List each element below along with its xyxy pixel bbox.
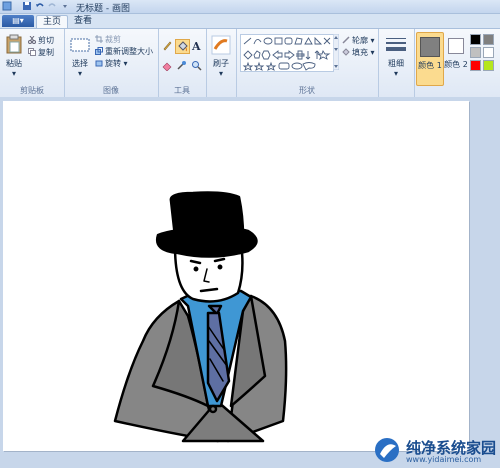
tab-view[interactable]: 查看: [68, 15, 98, 28]
shapes-scrollbar[interactable]: [333, 34, 339, 70]
size-group: 粗细 ▾: [378, 29, 415, 97]
select-label: 选择: [72, 59, 88, 68]
copy-button[interactable]: 复制: [28, 47, 54, 58]
clipboard-group-label: 剪贴板: [20, 86, 44, 95]
pencil-icon[interactable]: [162, 40, 173, 51]
watermark-url: www.yidaimei.com: [406, 455, 482, 464]
size-label: 粗细: [388, 59, 404, 68]
fill-button[interactable]: 填充 ▾: [342, 47, 375, 58]
svg-text:A: A: [191, 40, 201, 51]
fill-dropdown-icon: ▾: [368, 48, 375, 57]
rotate-dropdown-icon: ▾: [121, 59, 128, 68]
window-title: 无标题 - 画图: [76, 4, 130, 14]
outline-dropdown-icon: ▾: [368, 36, 375, 45]
resize-button[interactable]: 重新调整大小: [95, 46, 153, 57]
palette-swatch[interactable]: [470, 47, 481, 58]
menu-icon: ▤▾: [12, 16, 24, 25]
fill-icon: [342, 48, 350, 56]
paste-label: 粘贴: [6, 59, 22, 68]
paste-button[interactable]: 粘贴 ▾: [3, 32, 25, 82]
drawing-canvas[interactable]: [3, 101, 469, 451]
rotate-button[interactable]: 旋转 ▾: [95, 58, 128, 69]
copy-label: 复制: [38, 48, 54, 57]
tools-group: A 工具: [158, 29, 207, 97]
outline-icon: [342, 36, 350, 44]
ribbon: 粘贴 ▾ 剪切 复制 剪贴板 选择 ▾ 裁剪 重新调整大小 旋转 ▾ 图像 A …: [0, 28, 500, 98]
paint-bucket-icon[interactable]: [175, 39, 190, 54]
palette-swatch[interactable]: [470, 60, 481, 71]
color-picker-icon[interactable]: [176, 60, 187, 71]
paint-app-icon[interactable]: [2, 1, 12, 11]
brushes-button[interactable]: 刷子 ▾: [208, 32, 234, 82]
color2-label: 颜色 2: [444, 60, 468, 69]
color2-swatch: [448, 38, 464, 54]
palette-swatch[interactable]: [483, 60, 494, 71]
cut-label: 剪切: [38, 36, 54, 45]
ribbon-tab-row: ▤▾ 主页 查看: [0, 14, 500, 29]
paste-dropdown-icon: ▾: [11, 69, 16, 78]
site-logo-icon: [375, 438, 399, 462]
shapes-group-label: 形状: [299, 86, 315, 95]
palette-swatch[interactable]: [483, 47, 494, 58]
crop-label: 裁剪: [105, 35, 121, 44]
undo-icon[interactable]: [35, 1, 45, 11]
fill-label: 填充: [352, 48, 368, 57]
color1-swatch: [420, 37, 440, 57]
cut-button[interactable]: 剪切: [28, 35, 54, 46]
shapes-group: 轮廓 ▾ 填充 ▾ 形状: [236, 29, 379, 97]
image-group: 选择 ▾ 裁剪 重新调整大小 旋转 ▾ 图像: [64, 29, 159, 97]
brushes-label: 刷子: [213, 59, 229, 68]
scissors-icon: [28, 36, 36, 44]
eraser-icon[interactable]: [162, 60, 173, 71]
select-rectangle-icon: [70, 38, 90, 52]
clipboard-icon: [6, 34, 22, 54]
crop-button[interactable]: 裁剪: [95, 34, 121, 45]
size-button[interactable]: 粗细 ▾: [382, 32, 410, 82]
select-dropdown-icon: ▾: [77, 69, 82, 78]
outline-button[interactable]: 轮廓 ▾: [342, 35, 375, 46]
tab-home[interactable]: 主页: [36, 15, 69, 29]
resize-label: 重新调整大小: [105, 47, 153, 56]
rotate-label: 旋转: [105, 59, 121, 68]
paint-menu-button[interactable]: ▤▾: [2, 15, 34, 27]
select-button[interactable]: 选择 ▾: [68, 32, 92, 82]
resize-icon: [95, 47, 103, 55]
color1-label: 颜色 1: [418, 61, 442, 70]
line-size-icon: [386, 38, 406, 51]
tools-group-label: 工具: [174, 86, 190, 95]
palette-swatch[interactable]: [483, 34, 494, 45]
redo-icon[interactable]: [47, 1, 57, 11]
image-group-label: 图像: [103, 86, 119, 95]
crop-icon: [95, 35, 103, 43]
save-icon[interactable]: [22, 1, 32, 11]
drawing-gentleman-illustration: [113, 191, 288, 443]
brushes-dropdown-icon: ▾: [218, 69, 223, 78]
palette-swatch[interactable]: [470, 34, 481, 45]
clipboard-group: 粘贴 ▾ 剪切 复制 剪贴板: [0, 29, 65, 97]
magnifier-icon[interactable]: [191, 60, 202, 71]
color1-button[interactable]: 颜色 1: [416, 32, 444, 86]
outline-label: 轮廓: [352, 36, 368, 45]
brush-icon: [211, 35, 231, 55]
color2-button[interactable]: 颜色 2: [444, 32, 468, 84]
text-icon[interactable]: A: [191, 40, 202, 51]
customize-quick-access-icon[interactable]: [60, 1, 70, 11]
shapes-gallery[interactable]: [240, 34, 334, 72]
watermark: 纯净系统家园 www.yidaimei.com: [366, 432, 500, 468]
brushes-group: 刷子 ▾: [206, 29, 237, 97]
size-dropdown-icon: ▾: [393, 69, 398, 78]
rotate-icon: [95, 60, 103, 67]
title-bar: 无标题 - 画图: [0, 0, 500, 14]
copy-icon: [28, 48, 36, 56]
